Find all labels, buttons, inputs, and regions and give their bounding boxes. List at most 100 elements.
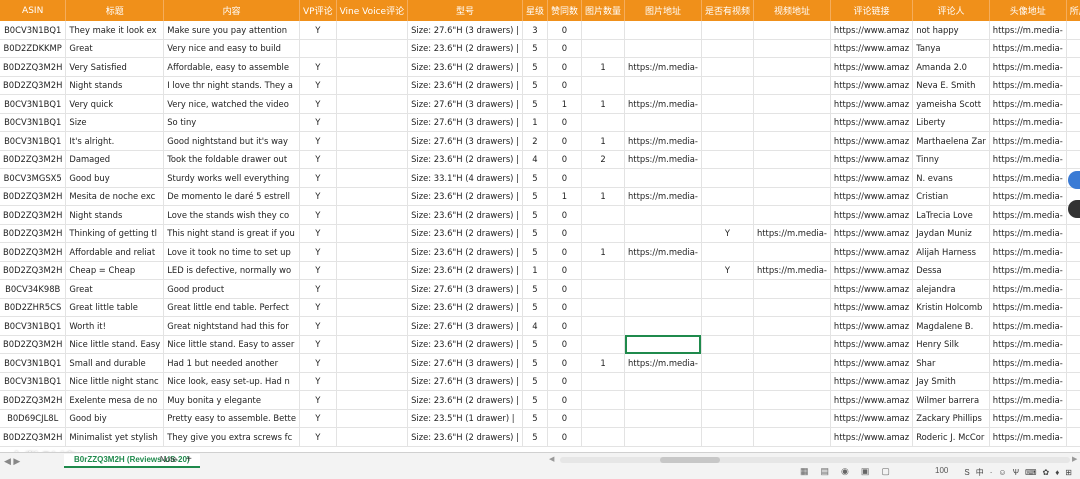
table-cell[interactable]: Night stands — [65, 76, 165, 95]
table-cell[interactable]: B0D2ZQ3M2H — [0, 335, 67, 354]
table-cell[interactable]: Y — [701, 224, 754, 243]
grid-view-icon[interactable]: ▦ — [800, 466, 809, 477]
table-cell[interactable] — [336, 390, 409, 410]
table-cell[interactable] — [581, 335, 626, 354]
table-cell[interactable] — [624, 76, 702, 95]
table-cell[interactable] — [581, 427, 626, 447]
table-cell[interactable]: Tinny — [912, 150, 990, 169]
table-cell[interactable] — [753, 113, 831, 132]
table-cell[interactable]: 0 — [547, 21, 582, 40]
table-cell[interactable] — [624, 205, 702, 225]
table-cell[interactable] — [581, 279, 626, 299]
table-cell[interactable]: https://www.amaz — [830, 427, 914, 447]
table-cell[interactable] — [753, 21, 831, 40]
table-cell[interactable] — [581, 224, 626, 243]
table-cell[interactable] — [336, 427, 409, 447]
table-cell[interactable]: US — [1066, 76, 1080, 95]
table-cell[interactable]: https://m.media- — [989, 205, 1067, 225]
table-cell[interactable]: Y — [299, 57, 337, 77]
table-cell[interactable]: Love the stands wish they co — [163, 205, 300, 225]
table-cell[interactable] — [701, 298, 754, 317]
table-cell[interactable] — [753, 57, 831, 77]
table-cell[interactable]: US — [1066, 279, 1080, 299]
table-cell[interactable]: B0CV3MGSX5 — [0, 168, 67, 188]
table-cell[interactable]: https://m.media- — [989, 57, 1067, 77]
table-cell[interactable] — [336, 131, 409, 151]
table-cell[interactable]: US — [1066, 372, 1080, 391]
table-cell[interactable]: Good nightstand but it's way — [163, 131, 300, 151]
table-cell[interactable]: Pretty easy to assemble. Bette — [163, 409, 300, 428]
table-cell[interactable] — [624, 409, 702, 428]
table-cell[interactable]: B0D2ZQ3M2H — [0, 261, 67, 280]
table-cell[interactable]: https://www.amaz — [830, 279, 914, 299]
table-cell[interactable]: https://www.amaz — [830, 187, 914, 206]
table-cell[interactable]: 1 — [581, 187, 626, 206]
table-cell[interactable]: Love it took no time to set up — [163, 242, 300, 262]
table-cell[interactable]: Minimalist yet stylish — [65, 427, 165, 447]
table-cell[interactable]: https://m.media- — [989, 298, 1067, 317]
table-cell[interactable] — [581, 205, 626, 225]
table-cell[interactable]: Y — [299, 150, 337, 169]
table-cell[interactable] — [624, 427, 702, 447]
table-cell[interactable] — [581, 298, 626, 317]
table-cell[interactable]: https://www.amaz — [830, 372, 914, 391]
table-cell[interactable]: Had 1 but needed another — [163, 353, 300, 373]
table-cell[interactable] — [336, 94, 409, 114]
table-cell[interactable]: Y — [299, 94, 337, 114]
table-cell[interactable]: Y — [299, 224, 337, 243]
taskbar-item-icon[interactable]: S — [964, 468, 969, 477]
table-cell[interactable]: B0D2ZQ3M2H — [0, 390, 67, 410]
table-cell[interactable]: So tiny — [163, 113, 300, 132]
table-cell[interactable]: https://m.media- — [989, 409, 1067, 428]
table-cell[interactable]: Size: 27.6"H (3 drawers) | — [407, 131, 523, 151]
table-cell[interactable] — [701, 39, 754, 58]
table-cell[interactable] — [753, 335, 831, 354]
table-cell[interactable]: Size: 23.6"H (2 drawers) | — [407, 390, 523, 410]
table-cell[interactable] — [701, 187, 754, 206]
table-cell[interactable] — [624, 224, 702, 243]
table-cell[interactable]: B0CV34K98B — [0, 279, 67, 299]
table-cell[interactable]: Great — [65, 279, 165, 299]
table-cell[interactable]: Y — [299, 298, 337, 317]
table-cell[interactable]: Size: 23.6"H (2 drawers) | — [407, 427, 523, 447]
table-cell[interactable]: B0CV3N1BQ1 — [0, 113, 67, 132]
table-cell[interactable] — [753, 168, 831, 188]
table-cell[interactable]: https://www.amaz — [830, 261, 914, 280]
table-cell[interactable] — [581, 409, 626, 428]
table-cell[interactable]: US — [1066, 131, 1080, 151]
table-cell[interactable]: Size: 23.5"H (1 drawer) | — [407, 409, 523, 428]
table-cell[interactable]: 1 — [547, 187, 582, 206]
column-header[interactable]: Vine Voice评论 — [336, 0, 409, 21]
table-cell[interactable]: Cheap = Cheap — [65, 261, 165, 280]
table-cell[interactable] — [336, 316, 409, 336]
table-cell[interactable]: https://m.media- — [989, 335, 1067, 354]
table-cell[interactable]: They give you extra screws fc — [163, 427, 300, 447]
table-cell[interactable] — [701, 76, 754, 95]
table-cell[interactable]: Size: 23.6"H (2 drawers) | — [407, 76, 523, 95]
table-cell[interactable]: 0 — [547, 150, 582, 169]
table-cell[interactable] — [624, 39, 702, 58]
table-cell[interactable]: LaTrecia Love — [912, 205, 990, 225]
column-header[interactable]: 型号 — [407, 0, 523, 21]
table-cell[interactable]: Good product — [163, 279, 300, 299]
table-cell[interactable] — [701, 113, 754, 132]
table-cell[interactable]: https://m.media- — [989, 427, 1067, 447]
layout-icon[interactable]: ▣ — [861, 466, 870, 477]
table-cell[interactable] — [624, 298, 702, 317]
table-cell[interactable] — [581, 76, 626, 95]
table-cell[interactable]: B0D2ZQ3M2H — [0, 205, 67, 225]
table-cell[interactable]: Wilmer barrera — [912, 390, 990, 410]
table-cell[interactable]: Size: 23.6"H (2 drawers) | — [407, 205, 523, 225]
table-cell[interactable]: 0 — [547, 205, 582, 225]
table-cell[interactable]: Y — [299, 205, 337, 225]
table-cell[interactable]: https://www.amaz — [830, 316, 914, 336]
table-cell[interactable]: Took the foldable drawer out — [163, 150, 300, 169]
table-cell[interactable]: US — [1066, 224, 1080, 243]
table-cell[interactable]: 0 — [547, 409, 582, 428]
table-cell[interactable]: 0 — [547, 131, 582, 151]
table-cell[interactable]: US — [1066, 113, 1080, 132]
table-cell[interactable]: https://www.amaz — [830, 409, 914, 428]
table-cell[interactable]: https://www.amaz — [830, 150, 914, 169]
table-cell[interactable]: Affordable and reliat — [65, 242, 165, 262]
table-cell[interactable]: https://m.media- — [989, 224, 1067, 243]
